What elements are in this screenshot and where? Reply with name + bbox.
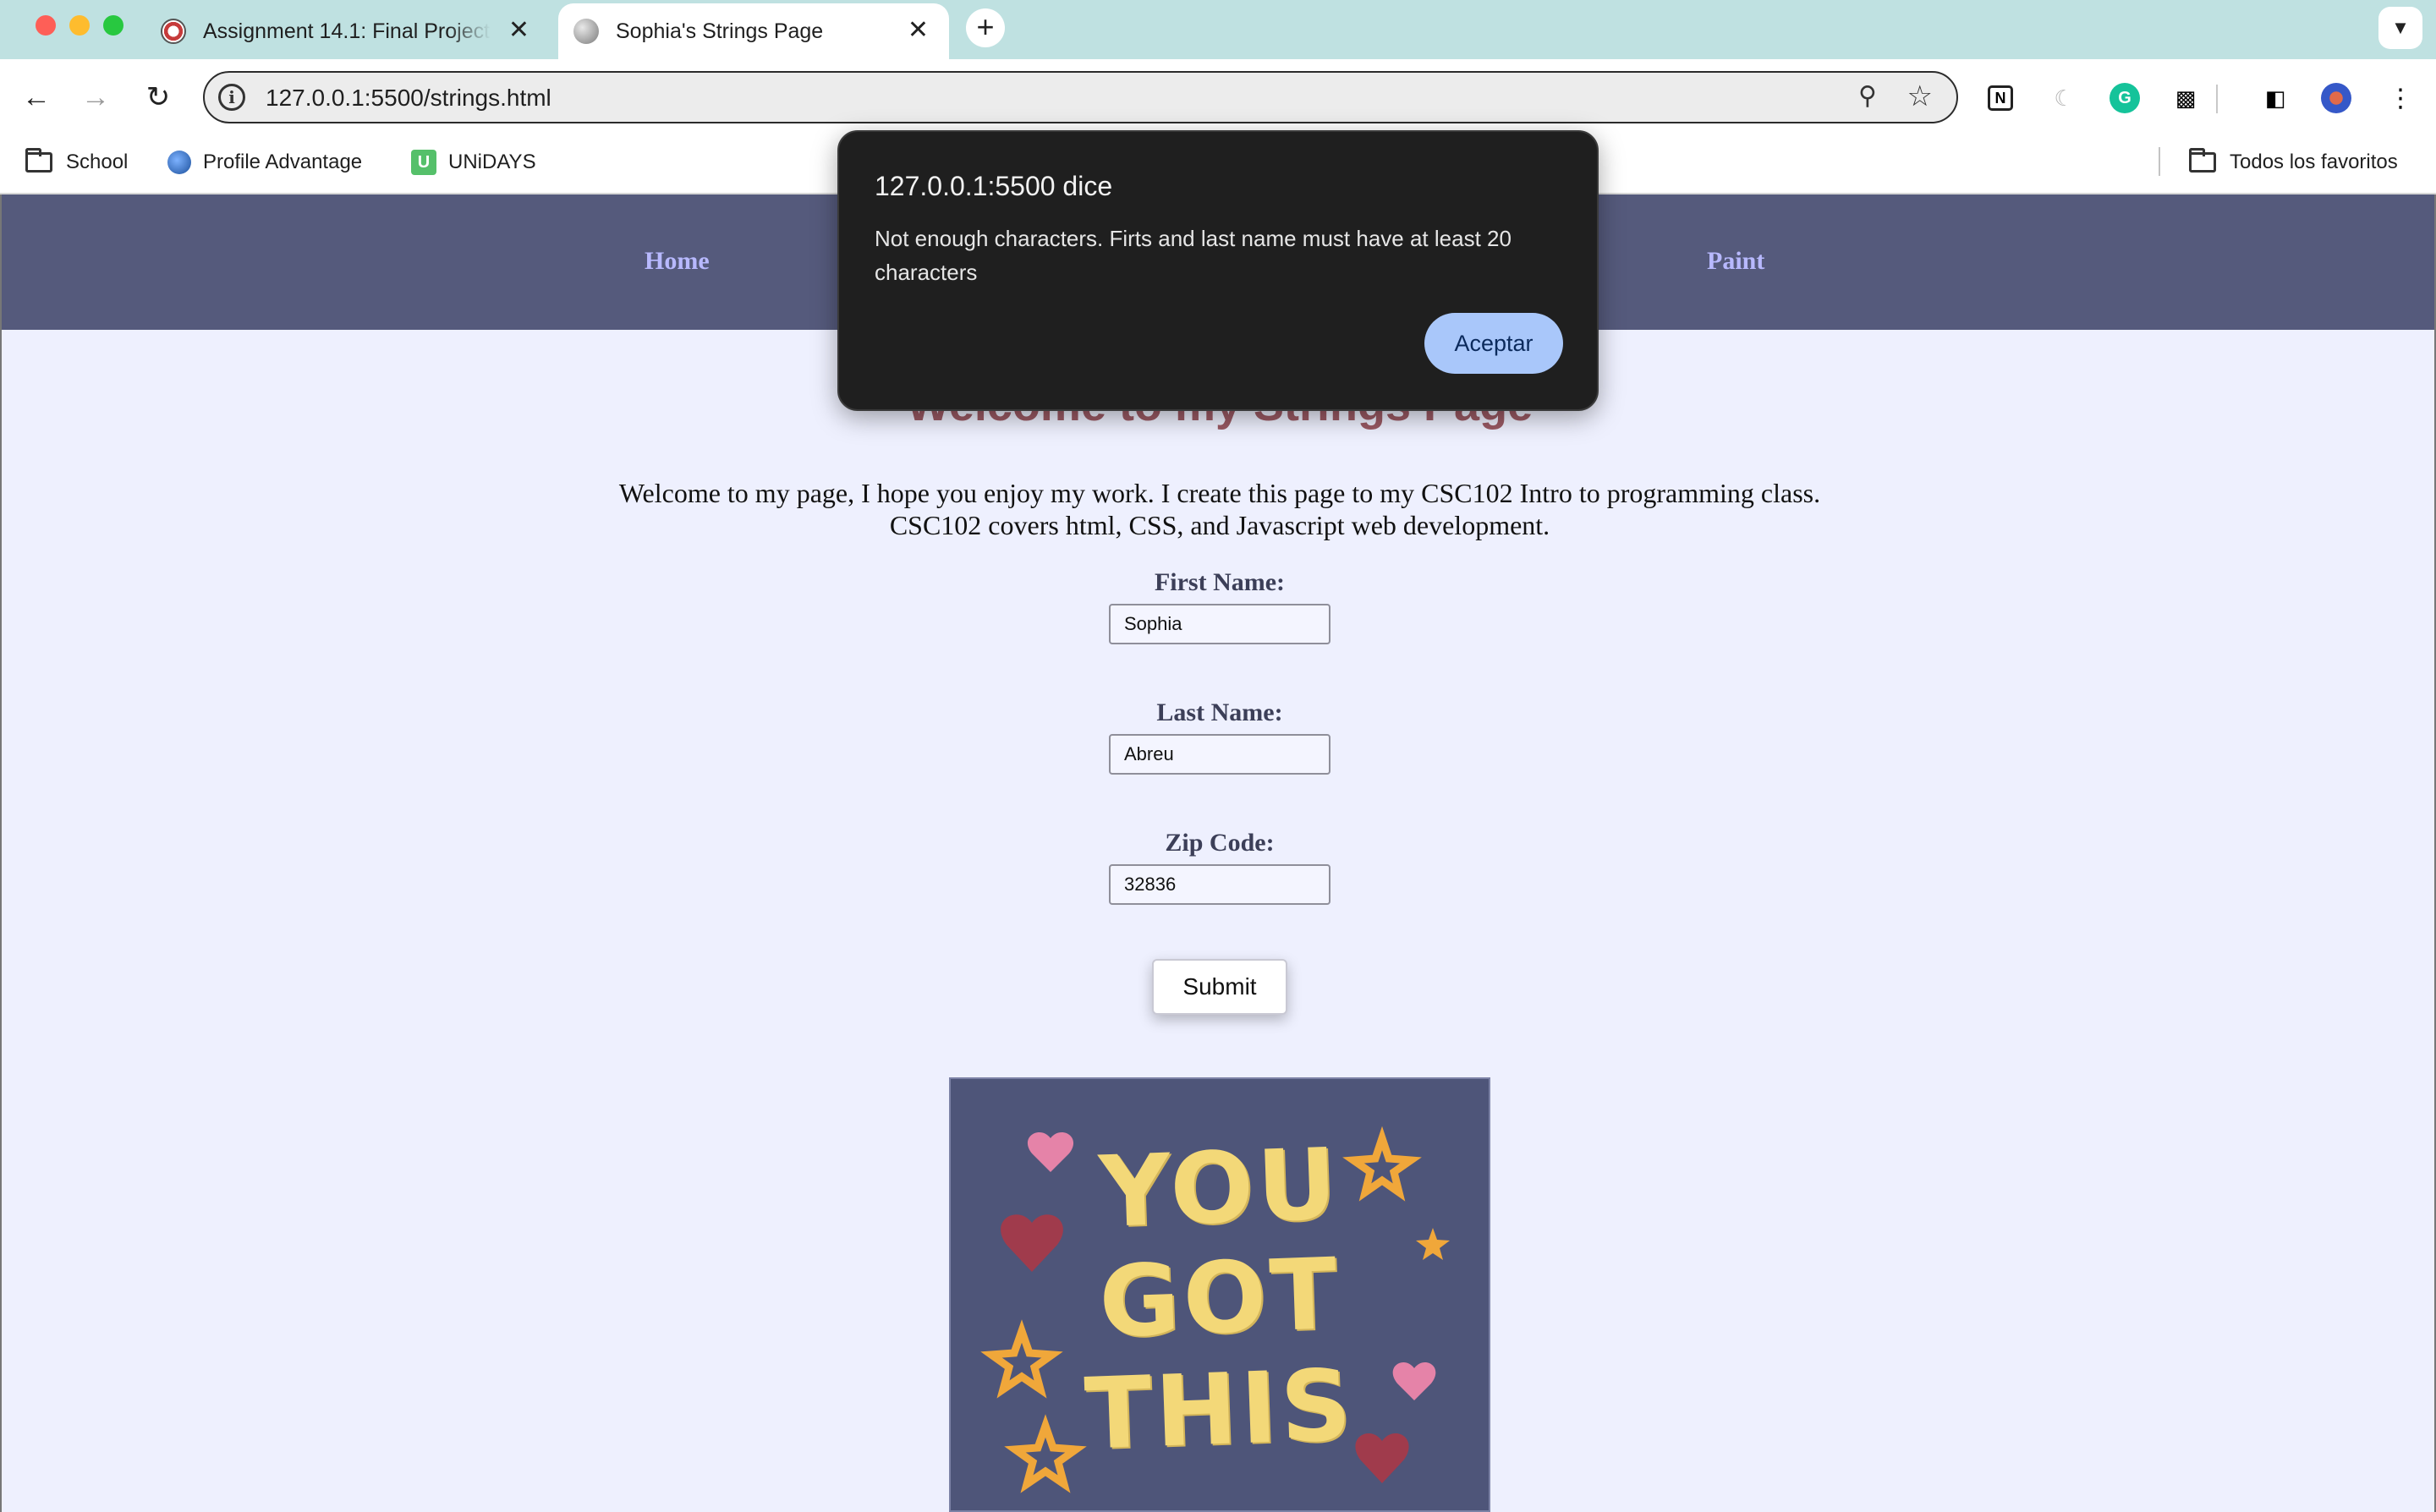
- bookmarks-divider: [2159, 147, 2160, 176]
- minimize-window-button[interactable]: [69, 15, 90, 36]
- poster-text-line: THIS: [1083, 1348, 1357, 1472]
- globe-icon: [167, 151, 191, 174]
- zoom-icon[interactable]: ⚲: [1858, 81, 1877, 111]
- submit-button[interactable]: Submit: [1152, 959, 1287, 1015]
- last-name-input[interactable]: [1109, 734, 1330, 775]
- tab-strings-page[interactable]: Sophia's Strings Page ✕: [558, 3, 949, 59]
- tab-assignment[interactable]: Assignment 14.1: Final Project ✕: [161, 3, 550, 59]
- unidays-logo-icon: U: [411, 150, 436, 175]
- tab-title: Assignment 14.1: Final Project: [203, 19, 491, 43]
- intro-line: Welcome to my page, I hope you enjoy my …: [618, 478, 1821, 508]
- zip-code-label: Zip Code:: [1165, 829, 1275, 857]
- grammarly-extension-icon[interactable]: G: [2110, 83, 2140, 113]
- tab-title: Sophia's Strings Page: [616, 19, 824, 43]
- divider-icon: [2216, 85, 2218, 113]
- back-arrow-icon[interactable]: ←: [19, 79, 54, 115]
- close-tab-icon[interactable]: ✕: [908, 15, 929, 46]
- globe-favicon-icon: [573, 19, 599, 44]
- forward-arrow-icon[interactable]: →: [78, 79, 113, 115]
- bookmark-all-favorites[interactable]: Todos los favoritos: [2189, 145, 2398, 179]
- poster-text-line: GOT: [1097, 1237, 1342, 1360]
- you-got-this-image: YOU GOT THIS: [949, 1077, 1490, 1512]
- bookmark-profile-advantage[interactable]: Profile Advantage: [167, 145, 362, 179]
- first-name-label: First Name:: [1154, 568, 1286, 596]
- zoom-window-button[interactable]: [103, 15, 123, 36]
- bookmark-label: UNiDAYS: [448, 151, 536, 173]
- first-name-input[interactable]: [1109, 604, 1330, 644]
- moon-extension-icon[interactable]: ☾: [2049, 83, 2079, 113]
- side-panel-icon[interactable]: ◧: [2260, 83, 2291, 113]
- close-window-button[interactable]: [36, 15, 56, 36]
- reload-icon[interactable]: ↻: [140, 79, 176, 115]
- intro-line: CSC102 covers html, CSS, and Javascript …: [889, 510, 1550, 540]
- kebab-menu-icon[interactable]: ⋮: [2385, 83, 2416, 113]
- close-tab-icon[interactable]: ✕: [508, 15, 529, 46]
- tab-strip: Assignment 14.1: Final Project ✕ Sophia'…: [0, 0, 2436, 59]
- bookmark-school[interactable]: School: [25, 145, 128, 179]
- browser-toolbar: ← → ↻ i 127.0.0.1:5500/strings.html ⚲ ☆ …: [0, 59, 2436, 135]
- folder-icon: [25, 148, 52, 173]
- puzzle-icon[interactable]: ▩: [2170, 83, 2201, 113]
- tab-search-chevron-icon[interactable]: ▼: [2378, 7, 2422, 49]
- bookmark-label: Profile Advantage: [203, 151, 363, 173]
- url-text[interactable]: 127.0.0.1:5500/strings.html: [266, 85, 551, 112]
- alert-title: 127.0.0.1:5500 dice: [875, 171, 1113, 201]
- address-bar[interactable]: i 127.0.0.1:5500/strings.html ⚲ ☆: [203, 71, 1958, 123]
- bookmark-label: School: [66, 151, 129, 173]
- avatar[interactable]: [2321, 83, 2351, 113]
- bookmark-unidays[interactable]: U UNiDAYS: [411, 145, 536, 179]
- bookmark-label: Todos los favoritos: [2230, 151, 2398, 173]
- intro-paragraph: Welcome to my page, I hope you enjoy my …: [458, 477, 1981, 541]
- notion-extension-icon[interactable]: N: [1988, 85, 2013, 111]
- alert-dialog: 127.0.0.1:5500 dice Not enough character…: [837, 130, 1599, 411]
- nav-link-home[interactable]: Home: [645, 247, 710, 276]
- alert-ok-button[interactable]: Aceptar: [1424, 313, 1563, 374]
- site-info-icon[interactable]: i: [218, 84, 245, 111]
- university-favicon-icon: [161, 19, 186, 44]
- alert-message: Not enough characters. Firts and last na…: [875, 226, 1512, 285]
- new-tab-button[interactable]: +: [966, 8, 1005, 47]
- last-name-label: Last Name:: [1156, 698, 1283, 726]
- nav-link-paint[interactable]: Paint: [1707, 247, 1764, 276]
- zip-code-input[interactable]: [1109, 864, 1330, 905]
- folder-icon: [2189, 148, 2216, 173]
- star-icon[interactable]: ☆: [1907, 79, 1933, 113]
